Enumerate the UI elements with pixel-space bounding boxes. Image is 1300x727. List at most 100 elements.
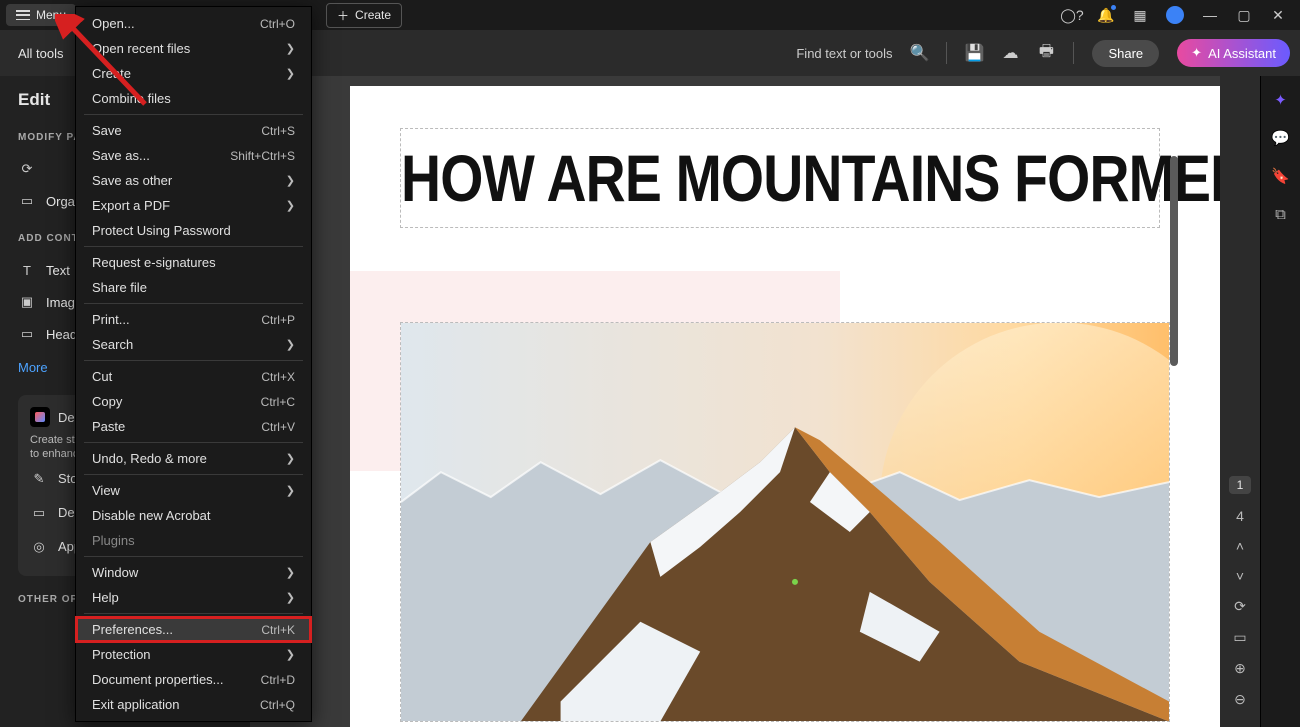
search-icon[interactable]: 🔍 — [910, 44, 928, 62]
bookmark-icon[interactable]: 🔖 — [1271, 166, 1291, 186]
menu-request-esign[interactable]: Request e-signatures — [76, 250, 311, 275]
chevron-right-icon: ❯ — [286, 42, 295, 55]
plus-icon: ＋ — [337, 7, 349, 24]
ai-label: AI Assistant — [1208, 46, 1276, 61]
menu-create[interactable]: Create❯ — [76, 61, 311, 86]
minimize-icon[interactable]: ― — [1202, 7, 1218, 23]
find-label: Find text or tools — [796, 46, 892, 61]
stock-icon: ✎ — [30, 470, 48, 488]
express-logo-icon — [30, 407, 50, 427]
menu-separator — [84, 442, 303, 443]
zoom-in-icon[interactable]: ⊕ — [1234, 660, 1246, 677]
help-icon[interactable]: ◯? — [1064, 7, 1080, 23]
cloud-icon[interactable]: ☁ — [1001, 44, 1019, 62]
menu-separator — [84, 303, 303, 304]
chevron-right-icon: ❯ — [286, 338, 295, 351]
chevron-right-icon: ❯ — [286, 199, 295, 212]
menu-cut[interactable]: CutCtrl+X — [76, 364, 311, 389]
chevron-right-icon: ❯ — [286, 452, 295, 465]
menu-share-file[interactable]: Share file — [76, 275, 311, 300]
menu-button[interactable]: Menu — [6, 4, 76, 26]
menu-separator — [84, 246, 303, 247]
fit-icon[interactable]: ▭ — [1233, 629, 1246, 646]
all-tools-button[interactable]: All tools — [0, 46, 82, 61]
menu-undo-redo[interactable]: Undo, Redo & more❯ — [76, 446, 311, 471]
image-frame[interactable] — [400, 322, 1170, 722]
sb-label: Text — [46, 263, 70, 278]
menu-doc-properties[interactable]: Document properties...Ctrl+D — [76, 667, 311, 692]
image-icon: ▣ — [18, 293, 36, 311]
menu-copy[interactable]: CopyCtrl+C — [76, 389, 311, 414]
comment-icon[interactable]: 💬 — [1271, 128, 1291, 148]
page-nav: 1 4 ˄ ˅ ⟳ ▭ ⊕ ⊖ — [1220, 76, 1260, 727]
menu-window[interactable]: Window❯ — [76, 560, 311, 585]
menu-exit[interactable]: Exit applicationCtrl+Q — [76, 692, 311, 717]
divider — [1073, 42, 1074, 64]
current-page[interactable]: 1 — [1229, 476, 1252, 494]
close-icon[interactable]: ✕ — [1270, 7, 1286, 23]
menu-save-as-other[interactable]: Save as other❯ — [76, 168, 311, 193]
menu-combine[interactable]: Combine files — [76, 86, 311, 111]
menu-protection[interactable]: Protection❯ — [76, 642, 311, 667]
menu-search[interactable]: Search❯ — [76, 332, 311, 357]
total-pages: 4 — [1236, 508, 1244, 524]
create-label: Create — [355, 8, 391, 22]
zoom-out-icon[interactable]: ⊖ — [1234, 691, 1246, 708]
menu-disable-acrobat[interactable]: Disable new Acrobat — [76, 503, 311, 528]
ai-assistant-button[interactable]: ✦ AI Assistant — [1177, 39, 1290, 67]
share-button[interactable]: Share — [1092, 40, 1159, 67]
menu-paste[interactable]: PasteCtrl+V — [76, 414, 311, 439]
menu-help[interactable]: Help❯ — [76, 585, 311, 610]
print-icon[interactable]: 🖶 — [1037, 44, 1055, 62]
account-avatar[interactable] — [1166, 6, 1184, 24]
refresh-icon[interactable]: ⟳ — [1234, 598, 1246, 615]
design-icon: ▭ — [30, 504, 48, 522]
chevron-right-icon: ❯ — [286, 648, 295, 661]
header-icon: ▭ — [18, 325, 36, 343]
chevron-right-icon: ❯ — [286, 566, 295, 579]
maximize-icon[interactable]: ▢ — [1236, 7, 1252, 23]
page-up-icon[interactable]: ˄ — [1236, 538, 1244, 554]
document-canvas[interactable]: HOW ARE MOUNTAINS FORMED? — [250, 76, 1220, 727]
menu-protect[interactable]: Protect Using Password — [76, 218, 311, 243]
menu-separator — [84, 360, 303, 361]
menu-plugins[interactable]: Plugins — [76, 528, 311, 553]
document-title: HOW ARE MOUNTAINS FORMED? — [401, 140, 1220, 216]
create-button[interactable]: ＋ Create — [326, 3, 402, 28]
menu-separator — [84, 114, 303, 115]
menu-view[interactable]: View❯ — [76, 478, 311, 503]
hamburger-icon — [16, 10, 30, 20]
save-icon[interactable]: 💾 — [965, 44, 983, 62]
page-down-icon[interactable]: ˅ — [1236, 568, 1244, 584]
titlebar-right: ◯? 🔔 ▦ ― ▢ ✕ — [1064, 6, 1300, 24]
menu-open-recent[interactable]: Open recent files❯ — [76, 36, 311, 61]
notifications-icon[interactable]: 🔔 — [1098, 7, 1114, 23]
sparkle-icon: ✦ — [1191, 45, 1202, 61]
divider — [946, 42, 947, 64]
copy-icon[interactable]: ⧉ — [1271, 204, 1291, 224]
scrollbar[interactable] — [1170, 156, 1178, 366]
menu-save-as[interactable]: Save as...Shift+Ctrl+S — [76, 143, 311, 168]
menu-label: Menu — [36, 8, 66, 22]
page: HOW ARE MOUNTAINS FORMED? — [350, 86, 1220, 727]
menu-export[interactable]: Export a PDF❯ — [76, 193, 311, 218]
chevron-right-icon: ❯ — [286, 484, 295, 497]
right-toolbar: ✦ 💬 🔖 ⧉ — [1260, 76, 1300, 727]
organize-icon: ▭ — [18, 192, 36, 210]
menu-preferences[interactable]: Preferences...Ctrl+K — [76, 617, 311, 642]
text-icon: T — [18, 261, 36, 279]
menu-separator — [84, 613, 303, 614]
rotate-icon: ⟳ — [18, 160, 36, 178]
menu-open[interactable]: Open...Ctrl+O — [76, 11, 311, 36]
toolbar-right: Find text or tools 🔍 💾 ☁ 🖶 Share ✦ AI As… — [796, 39, 1290, 67]
main-menu-dropdown: Open...Ctrl+O Open recent files❯ Create❯… — [75, 6, 312, 722]
menu-separator — [84, 556, 303, 557]
app-icon: ◎ — [30, 538, 48, 556]
ai-panel-icon[interactable]: ✦ — [1271, 90, 1291, 110]
title-text-frame[interactable]: HOW ARE MOUNTAINS FORMED? — [400, 128, 1160, 228]
menu-separator — [84, 474, 303, 475]
menu-save[interactable]: SaveCtrl+S — [76, 118, 311, 143]
chevron-right-icon: ❯ — [286, 591, 295, 604]
apps-icon[interactable]: ▦ — [1132, 7, 1148, 23]
menu-print[interactable]: Print...Ctrl+P — [76, 307, 311, 332]
